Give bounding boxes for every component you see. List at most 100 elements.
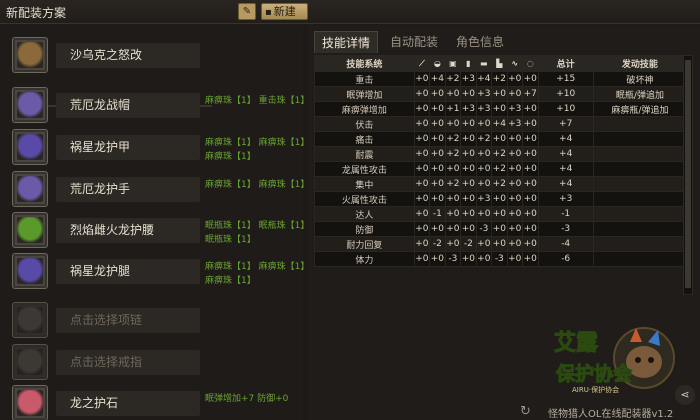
share-icon[interactable]: ⋖ (675, 385, 695, 405)
new-button[interactable]: ▪ 新建 (261, 3, 308, 20)
skill-name-cell: 耐震 (314, 146, 415, 162)
skill-value-cell: +0 (413, 221, 431, 237)
gauntlet-icon (17, 176, 43, 202)
skill-value-cell: +0 (429, 86, 446, 102)
skill-value-cell: +0 (522, 221, 539, 237)
ring-icon (17, 349, 43, 375)
skill-value-cell: +0 (413, 161, 431, 177)
activated-skill-cell (592, 191, 688, 207)
table-row: 麻痹弹增加 +0 +0 +1 +3 +3 +0 +3 +0 +10 麻痹瓶/弹追加 (314, 101, 688, 117)
scrollbar-thumb[interactable] (685, 60, 691, 288)
column-header: 总计 (537, 55, 594, 72)
skill-value-cell: +0 (506, 191, 524, 207)
footer-text: 怪物猎人OL在线配装器v1.2 (548, 409, 674, 420)
equipment-slot[interactable]: 龙之护石 眠弹增加+7 防御+0 (12, 385, 302, 420)
skill-value-cell: +15 (537, 71, 594, 87)
equipment-icon-frame[interactable] (12, 212, 48, 248)
table-row: 龙属性攻击 +0 +0 +0 +0 +0 +2 +0 +0 +4 (314, 161, 688, 177)
activated-skill-cell (592, 131, 688, 147)
equipment-slot[interactable]: 祸星龙护甲 麻痹珠【1】 麻痹珠【1】 麻痹珠【1】 (12, 129, 309, 165)
equipment-name[interactable]: 沙乌克之怒改 (56, 43, 200, 68)
skill-value-cell: +0 (491, 86, 508, 102)
legs-column-icon: ▙ (491, 55, 508, 72)
skill-name-cell: 重击 (314, 71, 415, 87)
title-bar: 新配装方案 ✎ ▪ 新建 (0, 0, 700, 24)
weapon-icon (17, 42, 43, 68)
skill-value-cell: +0 (429, 146, 446, 162)
equipment-name[interactable]: 荒厄龙战帽 (56, 93, 200, 118)
tab-auto-build[interactable]: 自动配装 (382, 31, 446, 53)
decoration-text: 眠瓶珠【1】 眠瓶珠【1】 (205, 221, 310, 231)
tab-skill-details[interactable]: 技能详情 (314, 31, 378, 53)
skill-value-cell: +0 (522, 236, 539, 252)
skill-value-cell: -1 (537, 206, 594, 222)
equipment-name[interactable]: 龙之护石 (56, 391, 200, 416)
equipment-name[interactable]: 点击选择项链 (56, 308, 200, 333)
skill-value-cell: +0 (444, 161, 462, 177)
equipment-icon-frame[interactable] (12, 302, 48, 338)
skill-value-cell: +7 (522, 86, 539, 102)
decoration-text: 麻痹珠【1】 (205, 152, 256, 162)
skill-value-cell: +0 (506, 86, 524, 102)
skill-value-cell: -4 (537, 236, 594, 252)
equipment-slot[interactable]: 荒厄龙护手 麻痹珠【1】 麻痹珠【1】 (12, 171, 309, 207)
skill-value-cell: +0 (460, 221, 477, 237)
skill-value-cell: +2 (444, 176, 462, 192)
ring-icon: ◌ (526, 58, 534, 68)
refresh-icon[interactable]: ↻ (520, 404, 531, 419)
equipment-slot[interactable]: 烈焰雌火龙护腰 眠瓶珠【1】 眠瓶珠【1】 眠瓶珠【1】 (12, 212, 309, 248)
skill-value-cell: +3 (475, 191, 493, 207)
skill-value-cell: +7 (537, 116, 594, 132)
tab-character-info[interactable]: 角色信息 (448, 31, 512, 53)
skill-value-cell: +0 (444, 221, 462, 237)
skill-value-cell: +2 (444, 146, 462, 162)
skill-value-cell: +0 (475, 116, 493, 132)
equipment-slot[interactable]: 点击选择戒指 (12, 344, 302, 380)
logo-line1: 艾露 (554, 331, 599, 356)
skill-value-cell: +2 (491, 146, 508, 162)
skill-value-cell: +0 (413, 176, 431, 192)
equipment-slot[interactable]: 祸星龙护腿 麻痹珠【1】 麻痹珠【1】 麻痹珠【1】 (12, 253, 309, 289)
skill-name-cell: 集中 (314, 176, 415, 192)
skill-value-cell: +0 (506, 236, 524, 252)
equipment-slot[interactable]: 点击选择项链 (12, 302, 302, 338)
skill-name-cell: 达人 (314, 206, 415, 222)
necklace-column-icon: ∿ (506, 55, 524, 72)
equipment-icon-frame[interactable] (12, 253, 48, 289)
equipment-slot[interactable]: 荒厄龙战帽 麻痹珠【1】 重击珠【1】 (12, 87, 309, 123)
legs-icon (17, 258, 43, 284)
skill-value-cell: +0 (475, 146, 493, 162)
decoration-text: 眠弹增加+7 防御+0 (205, 394, 289, 404)
skill-table-container: 技能系统 ⟋ ◒ ▣ ▮ ▬ ▙ ∿ ◌ 总计 发动技能 重击 +0 +4 +2 +3 +4 +2 +0 +0 +15… (314, 55, 694, 320)
equipment-icon-frame[interactable] (12, 385, 48, 420)
equipment-icon-frame[interactable] (12, 344, 48, 380)
equipment-name[interactable]: 祸星龙护腿 (56, 259, 200, 284)
table-scrollbar[interactable] (683, 55, 693, 295)
helmet-icon: ◒ (433, 58, 441, 68)
equipment-icon-frame[interactable] (12, 87, 48, 123)
helmet-column-icon: ◒ (429, 55, 446, 72)
skill-value-cell: +2 (491, 71, 508, 87)
equipment-name[interactable]: 烈焰雌火龙护腰 (56, 218, 200, 243)
skill-name-cell: 眠弹增加 (314, 86, 415, 102)
edit-button[interactable]: ✎ (238, 3, 256, 20)
skill-name-cell: 麻痹弹增加 (314, 101, 415, 117)
equipment-name[interactable]: 祸星龙护甲 (56, 135, 200, 160)
equipment-name[interactable]: 点击选择戒指 (56, 350, 200, 375)
activated-skill-cell: 眠瓶/弹追加 (592, 86, 688, 102)
skill-value-cell: +0 (522, 191, 539, 207)
equipment-slot[interactable]: 沙乌克之怒改 (12, 37, 302, 73)
skill-value-cell: +0 (522, 71, 539, 87)
skill-value-cell: +0 (413, 131, 431, 147)
equipment-name[interactable]: 荒厄龙护手 (56, 177, 200, 202)
equipment-icon-frame[interactable] (12, 37, 48, 73)
skill-value-cell: -1 (429, 206, 446, 222)
skill-value-cell: +0 (444, 86, 462, 102)
equipment-icon-frame[interactable] (12, 129, 48, 165)
equipment-icon-frame[interactable] (12, 171, 48, 207)
skill-value-cell: +3 (537, 191, 594, 207)
skill-value-cell: +0 (522, 161, 539, 177)
skill-value-cell: +0 (460, 161, 477, 177)
skill-value-cell: +10 (537, 86, 594, 102)
skill-value-cell: +0 (475, 206, 493, 222)
